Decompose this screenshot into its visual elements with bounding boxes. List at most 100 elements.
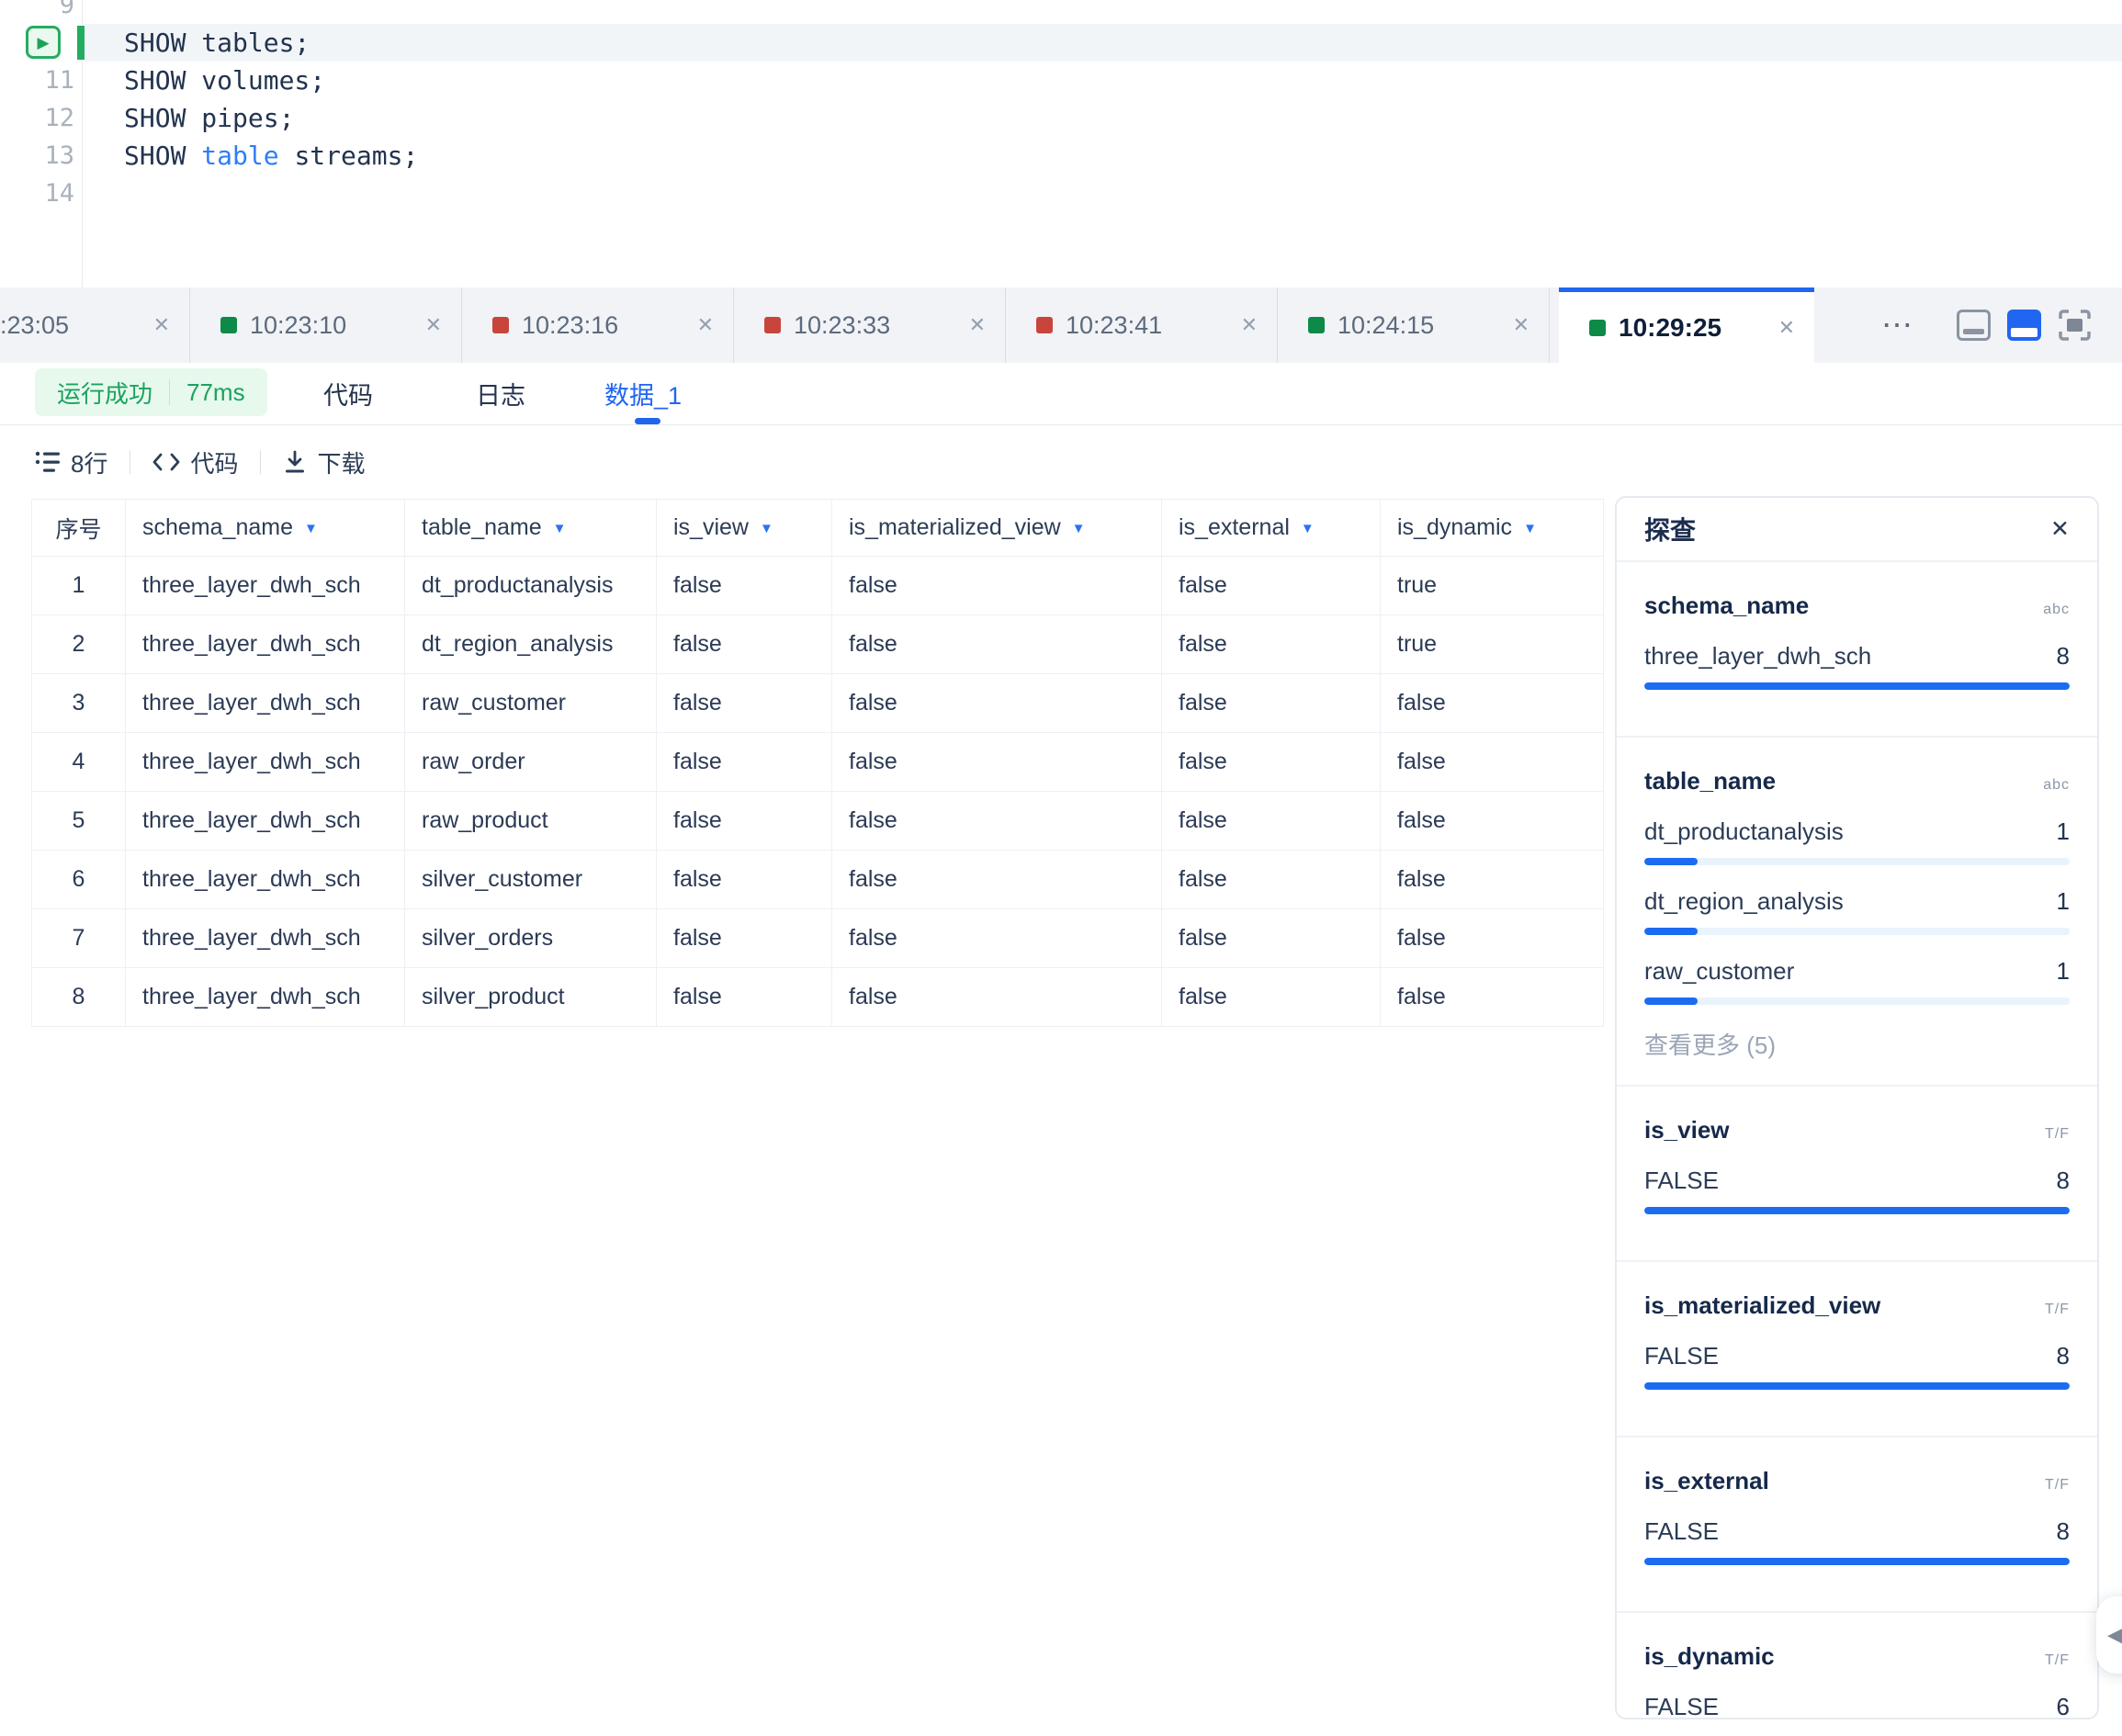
value-bar (1644, 682, 2070, 690)
cell-table-name: raw_product (405, 792, 657, 851)
fullscreen-icon[interactable] (2058, 310, 2092, 341)
value-label: FALSE (1644, 1167, 1719, 1195)
tab-code[interactable]: 代码 (323, 363, 373, 423)
table-row: 1 three_layer_dwh_sch dt_productanalysis… (32, 557, 1604, 615)
query-tab[interactable]: :23:05 ✕ (0, 287, 190, 363)
value-bar (1644, 1558, 2070, 1565)
cell-schema-name: three_layer_dwh_sch (126, 615, 405, 674)
row-count: 8行 (35, 445, 107, 479)
cell-is-view: false (657, 674, 832, 733)
column-header-is-materialized-view[interactable]: is_materialized_view▼ (832, 500, 1162, 557)
close-panel-icon[interactable]: ✕ (2050, 515, 2070, 543)
see-more-link[interactable]: 查看更多 (5) (1644, 1027, 2070, 1061)
close-tab-icon[interactable]: ✕ (1241, 313, 1258, 337)
line-number: 11 (0, 66, 74, 95)
value-bar (1644, 1207, 2070, 1214)
cell-table-name: dt_region_analysis (405, 615, 657, 674)
column-type-badge: T/F (2045, 1302, 2070, 1318)
line-number: 9 (0, 0, 74, 19)
query-tab[interactable]: 10:23:41 ✕ (1006, 287, 1278, 363)
value-label: FALSE (1644, 1517, 1719, 1546)
sort-dropdown-icon[interactable]: ▼ (304, 521, 318, 536)
profile-value-item: FALSE 8 (1644, 1167, 2070, 1214)
layout-bottom-panel-active-icon[interactable] (2007, 310, 2041, 341)
value-count: 1 (2057, 887, 2070, 916)
column-header-is-external[interactable]: is_external▼ (1162, 500, 1381, 557)
cell-is-dynamic: false (1381, 674, 1604, 733)
active-tab-underline (635, 418, 660, 424)
query-tab-label: :23:05 (0, 311, 153, 340)
sort-dropdown-icon[interactable]: ▼ (1301, 521, 1315, 536)
query-tab[interactable]: 10:23:33 ✕ (734, 287, 1006, 363)
profile-section-schema-name: schema_name abc three_layer_dwh_sch 8 (1617, 562, 2097, 738)
cell-is-dynamic: false (1381, 733, 1604, 792)
layout-bottom-panel-icon[interactable] (1957, 310, 1991, 341)
tab-log[interactable]: 日志 (476, 363, 525, 423)
sql-statement: SHOW table streams; (124, 141, 418, 171)
column-type-badge: T/F (2045, 1652, 2070, 1669)
sort-dropdown-icon[interactable]: ▼ (1523, 521, 1537, 536)
profile-value-item: FALSE 8 (1644, 1517, 2070, 1565)
column-header-is-view[interactable]: is_view▼ (657, 500, 832, 557)
sort-dropdown-icon[interactable]: ▼ (760, 521, 773, 536)
cell-is-view: false (657, 909, 832, 968)
editor-line-current: ▶ SHOW tables; (0, 24, 2122, 62)
value-bar (1644, 1382, 2070, 1390)
profile-column-name: table_name (1644, 767, 1776, 795)
sql-statement: SHOW tables; (124, 28, 310, 58)
more-tabs-icon[interactable]: ⋯ (1881, 287, 1914, 363)
value-label: dt_region_analysis (1644, 887, 1844, 916)
close-tab-icon[interactable]: ✕ (697, 313, 714, 337)
column-header-schema-name[interactable]: schema_name▼ (126, 500, 405, 557)
profile-section-table-name: table_name abc dt_productanalysis 1 dt_r… (1617, 738, 2097, 1087)
column-header-is-dynamic[interactable]: is_dynamic▼ (1381, 500, 1604, 557)
cell-is-materialized-view: false (832, 733, 1162, 792)
sort-dropdown-icon[interactable]: ▼ (1072, 521, 1086, 536)
cell-table-name: silver_customer (405, 851, 657, 909)
cell-is-materialized-view: false (832, 615, 1162, 674)
cell-is-dynamic: true (1381, 557, 1604, 615)
line-number: 13 (0, 141, 74, 170)
code-editor[interactable]: 9 ▶ SHOW tables; 11 SHOW volumes; 12 SHO… (0, 0, 2122, 287)
column-header-table-name[interactable]: table_name▼ (405, 500, 657, 557)
query-tab[interactable]: 10:23:10 ✕ (190, 287, 462, 363)
sql-keyword: table (201, 141, 278, 171)
cell-is-materialized-view: false (832, 968, 1162, 1027)
run-statement-button[interactable]: ▶ (26, 26, 61, 59)
sort-dropdown-icon[interactable]: ▼ (553, 521, 567, 536)
view-code-button[interactable]: 代码 (152, 445, 238, 479)
cell-is-external: false (1162, 792, 1381, 851)
query-tab[interactable]: 10:24:15 ✕ (1278, 287, 1550, 363)
cell-is-view: false (657, 557, 832, 615)
value-label: FALSE (1644, 1342, 1719, 1370)
code-icon (152, 451, 180, 473)
tab-data-1-active[interactable]: 数据_1 (604, 363, 682, 423)
close-tab-icon[interactable]: ✕ (425, 313, 442, 337)
download-icon (283, 450, 307, 474)
close-tab-icon[interactable]: ✕ (1778, 316, 1795, 340)
download-button[interactable]: 下载 (283, 445, 365, 479)
table-row: 6 three_layer_dwh_sch silver_customer fa… (32, 851, 1604, 909)
profile-section-is-view: is_view T/F FALSE 8 (1617, 1087, 2097, 1262)
profile-column-name: is_materialized_view (1644, 1291, 1880, 1320)
close-tab-icon[interactable]: ✕ (969, 313, 986, 337)
profile-section-is-materialized-view: is_materialized_view T/F FALSE 8 (1617, 1262, 2097, 1437)
query-tab-label: 10:29:25 (1619, 313, 1778, 343)
row-index: 3 (32, 674, 126, 733)
sql-statement: SHOW pipes; (124, 103, 294, 133)
query-tab-label: 10:23:33 (794, 311, 969, 340)
close-tab-icon[interactable]: ✕ (153, 313, 170, 337)
results-table: 序号 schema_name▼ table_name▼ is_view▼ is_… (31, 499, 1604, 1027)
collapse-panel-handle[interactable]: ◀ (2096, 1596, 2122, 1674)
query-tab-active[interactable]: 10:29:25 ✕ (1559, 287, 1814, 363)
cell-is-view: false (657, 733, 832, 792)
cell-is-materialized-view: false (832, 557, 1162, 615)
run-status-badge: 运行成功 77ms (35, 368, 267, 416)
run-duration: 77ms (186, 378, 245, 407)
editor-line: 13 SHOW table streams; (0, 137, 2122, 175)
close-tab-icon[interactable]: ✕ (1513, 313, 1529, 337)
query-tab[interactable]: 10:23:16 ✕ (462, 287, 734, 363)
cell-is-external: false (1162, 733, 1381, 792)
value-bar (1644, 998, 2070, 1005)
cell-is-dynamic: false (1381, 968, 1604, 1027)
